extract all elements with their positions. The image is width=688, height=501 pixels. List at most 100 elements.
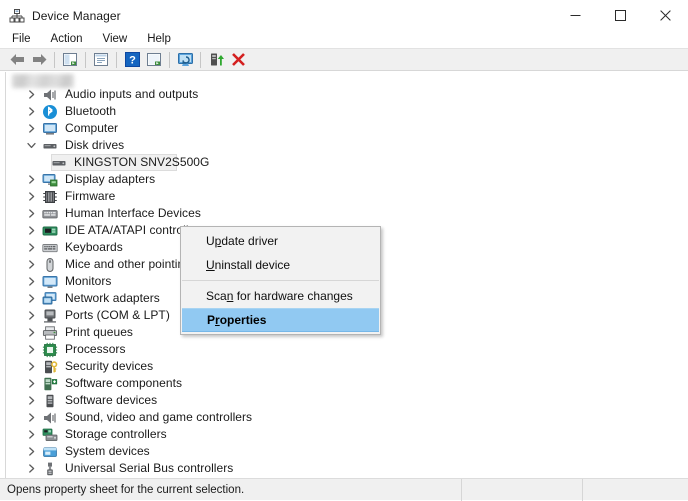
context-menu-item-update-driver[interactable]: Update driver	[181, 229, 380, 253]
back-button[interactable]	[6, 49, 28, 70]
chevron-right-icon[interactable]	[26, 188, 37, 205]
display-adapter-icon	[42, 172, 58, 188]
window-title: Device Manager	[32, 8, 121, 23]
usb-icon	[42, 461, 58, 477]
tree-item-label: Bluetooth	[65, 104, 117, 118]
menu-view[interactable]: View	[103, 31, 128, 48]
tree-item-human-interface-devices[interactable]: Human Interface Devices	[0, 205, 688, 222]
chevron-right-icon[interactable]	[26, 239, 37, 256]
toolbar-separator	[54, 51, 55, 68]
chevron-right-icon[interactable]	[26, 171, 37, 188]
chevron-right-icon[interactable]	[26, 205, 37, 222]
tree-item-label: Storage controllers	[65, 427, 167, 441]
tree-item-universal-serial-bus-controllers[interactable]: Universal Serial Bus controllers	[0, 460, 688, 477]
chevron-down-icon[interactable]	[26, 137, 37, 154]
chevron-right-icon[interactable]	[26, 290, 37, 307]
tree-item-label: Computer	[65, 121, 119, 135]
maximize-button[interactable]	[598, 0, 643, 31]
tree-item-label: Print queues	[65, 325, 133, 339]
scan-hardware-changes-button[interactable]	[174, 49, 196, 70]
tree-item-label: Monitors	[65, 274, 112, 288]
network-adapter-icon	[42, 291, 58, 307]
view-button[interactable]	[143, 49, 165, 70]
tree-item-processors[interactable]: Processors	[0, 341, 688, 358]
tree-item-label: Human Interface Devices	[65, 206, 201, 220]
tree-item-software-components[interactable]: Software components	[0, 375, 688, 392]
port-icon	[42, 308, 58, 324]
chevron-right-icon[interactable]	[26, 392, 37, 409]
storage-controller-icon	[42, 427, 58, 443]
console-tree-icon	[63, 53, 77, 66]
forward-button[interactable]	[28, 49, 50, 70]
tree-item-label: Display adapters	[65, 172, 156, 186]
device-tree-pane[interactable]: Audio inputs and outputs Bluetooth Compute…	[0, 72, 688, 478]
help-button[interactable]: ?	[121, 49, 143, 70]
chevron-right-icon[interactable]	[26, 324, 37, 341]
device-context-menu[interactable]: Update driver Uninstall device Scan for …	[180, 226, 381, 335]
toolbar: ?	[0, 48, 688, 71]
tree-item-storage-controllers[interactable]: Storage controllers	[0, 426, 688, 443]
arrow-right-icon	[32, 54, 46, 65]
chevron-right-icon[interactable]	[26, 443, 37, 460]
show-hide-console-tree-button[interactable]	[59, 49, 81, 70]
tree-item-label: Software devices	[65, 393, 158, 407]
tree-item-disk-drives[interactable]: Disk drives	[0, 137, 688, 154]
chevron-right-icon[interactable]	[26, 460, 37, 477]
monitor-icon	[42, 274, 58, 290]
disk-drive-icon	[42, 138, 58, 154]
menu-action[interactable]: Action	[51, 31, 83, 48]
tree-item-firmware[interactable]: Firmware	[0, 188, 688, 205]
close-button[interactable]	[643, 0, 688, 31]
arrow-left-icon	[10, 54, 24, 65]
minimize-button[interactable]	[553, 0, 598, 31]
tree-item-sound-video-and-game-controllers[interactable]: Sound, video and game controllers	[0, 409, 688, 426]
chevron-right-icon[interactable]	[26, 375, 37, 392]
status-cell-2	[582, 478, 688, 501]
menu-help[interactable]: Help	[147, 31, 171, 48]
status-cell-1	[461, 478, 582, 501]
tree-item-system-devices[interactable]: System devices	[0, 443, 688, 460]
chevron-right-icon[interactable]	[26, 409, 37, 426]
chevron-right-icon[interactable]	[26, 256, 37, 273]
device-manager-window: Device Manager File Action View Help ? A…	[0, 0, 688, 501]
tree-item-label: Ports (COM & LPT)	[65, 308, 170, 322]
context-menu-item-uninstall-device[interactable]: Uninstall device	[181, 253, 380, 277]
uninstall-device-button[interactable]	[227, 49, 249, 70]
menu-bar: File Action View Help	[0, 31, 688, 48]
update-driver-button[interactable]	[205, 49, 227, 70]
hid-icon	[42, 206, 58, 222]
tree-item-audio-inputs-and-outputs[interactable]: Audio inputs and outputs	[0, 86, 688, 103]
tree-item-bluetooth[interactable]: Bluetooth	[0, 103, 688, 120]
tree-item-label: Security devices	[65, 359, 154, 373]
chevron-right-icon[interactable]	[26, 273, 37, 290]
chevron-right-icon[interactable]	[26, 307, 37, 324]
tree-item-software-devices[interactable]: Software devices	[0, 392, 688, 409]
menu-file[interactable]: File	[12, 31, 31, 48]
context-menu-label: Scan for hardware changes	[206, 289, 353, 303]
context-menu-label: Uninstall device	[206, 258, 291, 272]
tree-item-kingston-snv2s500g[interactable]: KINGSTON SNV2S500G	[0, 154, 688, 171]
device-manager-icon	[9, 8, 25, 24]
tree-item-security-devices[interactable]: Security devices	[0, 358, 688, 375]
keyboard-icon	[42, 240, 58, 256]
chevron-right-icon[interactable]	[26, 86, 37, 103]
context-menu-item-scan-for-hardware-changes[interactable]: Scan for hardware changes	[181, 284, 380, 308]
tree-item-computer[interactable]: Computer	[0, 120, 688, 137]
tree-item-label: System devices	[65, 444, 150, 458]
chevron-right-icon[interactable]	[26, 426, 37, 443]
chevron-right-icon[interactable]	[26, 341, 37, 358]
context-menu-label: Properties	[207, 313, 267, 327]
tree-item-display-adapters[interactable]: Display adapters	[0, 171, 688, 188]
monitor-scan-icon	[177, 53, 193, 66]
properties-button[interactable]	[90, 49, 112, 70]
processor-icon	[42, 342, 58, 358]
chevron-right-icon[interactable]	[26, 358, 37, 375]
chevron-right-icon[interactable]	[26, 222, 37, 239]
tree-item-label: Network adapters	[65, 291, 160, 305]
sound-controller-icon	[42, 410, 58, 426]
chevron-right-icon[interactable]	[26, 103, 37, 120]
toolbar-separator	[200, 51, 201, 68]
status-bar: Opens property sheet for the current sel…	[0, 478, 688, 501]
context-menu-item-properties[interactable]: Properties	[182, 308, 379, 332]
chevron-right-icon[interactable]	[26, 120, 37, 137]
